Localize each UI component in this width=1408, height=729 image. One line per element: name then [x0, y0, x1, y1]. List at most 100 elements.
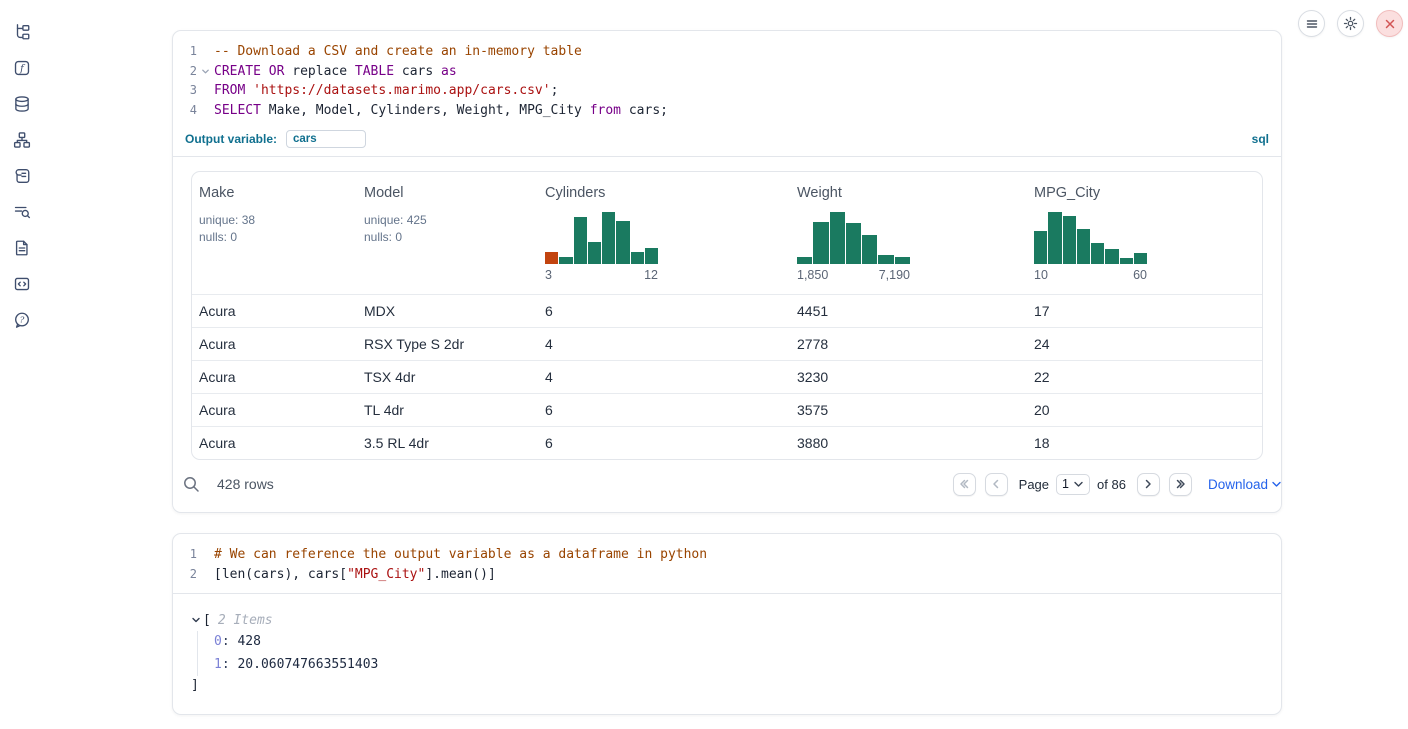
code-line[interactable]: 4SELECT Make, Model, Cylinders, Weight, … — [173, 101, 1269, 121]
column-header-model[interactable]: Modelunique: 425nulls: 0 — [357, 185, 538, 288]
shutdown-button[interactable] — [1376, 10, 1403, 37]
histogram-cylinders[interactable]: 312 — [545, 212, 658, 282]
column-header-mpg_city[interactable]: MPG_City1060 — [1027, 185, 1262, 288]
histogram-bar[interactable] — [797, 257, 812, 264]
collapse-chevron-icon[interactable] — [191, 615, 201, 625]
table-cell: MDX — [357, 303, 538, 319]
column-stat: nulls: 0 — [364, 229, 530, 246]
histogram-bar[interactable] — [846, 223, 861, 264]
documentation-icon[interactable] — [13, 239, 31, 257]
histogram-weight[interactable]: 1,8507,190 — [797, 212, 910, 282]
page-label: Page — [1019, 477, 1049, 492]
histogram-bar[interactable] — [830, 212, 845, 264]
logs-search-icon[interactable] — [13, 203, 31, 221]
table-row[interactable]: Acura3.5 RL 4dr6388018 — [192, 426, 1262, 459]
next-page-button[interactable] — [1137, 473, 1160, 496]
code-line[interactable]: 2[len(cars), cars["MPG_City"].mean()] — [173, 565, 1269, 585]
histogram-bar[interactable] — [574, 217, 587, 264]
download-label: Download — [1208, 477, 1268, 492]
histogram-bar[interactable] — [1134, 253, 1147, 264]
table-cell: 22 — [1027, 369, 1262, 385]
histogram-bar[interactable] — [1120, 258, 1133, 264]
file-tree-icon[interactable] — [13, 23, 31, 41]
table-row[interactable]: AcuraRSX Type S 2dr4277824 — [192, 327, 1262, 360]
last-page-button[interactable] — [1169, 473, 1192, 496]
histogram-bar[interactable] — [602, 212, 615, 264]
table-row[interactable]: AcuraTL 4dr6357520 — [192, 393, 1262, 426]
download-button[interactable]: Download — [1208, 477, 1281, 492]
fold-chevron-icon[interactable] — [197, 62, 214, 82]
column-header-weight[interactable]: Weight1,8507,190 — [790, 185, 1027, 288]
column-stat: unique: 38 — [199, 212, 349, 229]
prev-page-button[interactable] — [985, 473, 1008, 496]
table-cell: 18 — [1027, 435, 1262, 451]
table-row[interactable]: AcuraTSX 4dr4323022 — [192, 360, 1262, 393]
menu-button[interactable] — [1298, 10, 1325, 37]
table-cell: 3575 — [790, 402, 1027, 418]
gear-icon — [1343, 16, 1358, 31]
axis-label: 3 — [545, 268, 552, 282]
page-select-value: 1 — [1062, 477, 1069, 491]
python-output-area: [ 2 Items 0: 4281: 20.060747663551403 ] — [173, 594, 1281, 714]
code-line[interactable]: 2CREATE OR replace TABLE cars as — [173, 62, 1269, 82]
tree-item[interactable]: 1: 20.060747663551403 — [214, 654, 1263, 677]
histogram-bar[interactable] — [1034, 231, 1047, 264]
item-index: 1 — [214, 657, 222, 672]
settings-button[interactable] — [1337, 10, 1364, 37]
marimo-notebook: f ? — [0, 0, 1408, 729]
table-cell: Acura — [192, 336, 357, 352]
column-header-make[interactable]: Makeunique: 38nulls: 0 — [192, 185, 357, 288]
histogram-bar[interactable] — [545, 252, 558, 264]
tree-item[interactable]: 0: 428 — [214, 631, 1263, 654]
histogram-bar[interactable] — [631, 252, 644, 264]
python-code-editor[interactable]: 1# We can reference the output variable … — [173, 534, 1281, 594]
histogram-bar[interactable] — [645, 248, 658, 264]
code-line[interactable]: 1-- Download a CSV and create an in-memo… — [173, 42, 1269, 62]
axis-label: 1,850 — [797, 268, 828, 282]
histogram-mpg_city[interactable]: 10 60 — [1034, 212, 1147, 282]
histogram-bar[interactable] — [1105, 249, 1118, 264]
histogram-bar[interactable] — [588, 242, 601, 264]
code-line[interactable]: 1# We can reference the output variable … — [173, 545, 1269, 565]
database-icon[interactable] — [13, 95, 31, 113]
histogram-bar[interactable] — [1091, 243, 1104, 264]
table-cell: 4 — [538, 336, 790, 352]
table-row[interactable]: AcuraMDX6445117 — [192, 294, 1262, 327]
dependency-graph-icon[interactable] — [13, 131, 31, 149]
output-variable-label: Output variable: — [185, 132, 277, 146]
snippets-icon[interactable] — [13, 275, 31, 293]
help-icon[interactable]: ? — [13, 311, 31, 329]
table-cell: 2778 — [790, 336, 1027, 352]
axis-label: 60 — [1133, 268, 1147, 282]
code-text: -- Download a CSV and create an in-memor… — [214, 42, 582, 62]
close-icon — [1384, 18, 1396, 30]
table-cell: 6 — [538, 402, 790, 418]
tree-header[interactable]: [ 2 Items — [191, 609, 1263, 631]
histogram-bar[interactable] — [559, 257, 572, 264]
chevron-down-icon — [1272, 481, 1281, 488]
histogram-bar[interactable] — [616, 221, 629, 264]
item-value: 20.060747663551403 — [237, 657, 378, 672]
histogram-bars — [1034, 212, 1147, 264]
output-variable-input[interactable] — [286, 130, 366, 148]
row-count: 428 rows — [217, 476, 274, 492]
histogram-bar[interactable] — [813, 222, 828, 264]
first-page-button[interactable] — [953, 473, 976, 496]
histogram-bar[interactable] — [895, 257, 910, 264]
page-select[interactable]: 1 — [1056, 474, 1090, 495]
column-header-cylinders[interactable]: Cylinders312 — [538, 185, 790, 288]
histogram-bar[interactable] — [862, 235, 877, 264]
line-number: 1 — [173, 545, 197, 565]
histogram-bar[interactable] — [878, 255, 893, 264]
functions-icon[interactable]: f — [13, 59, 31, 77]
axis-label: 10 — [1034, 268, 1048, 282]
histogram-bar[interactable] — [1048, 212, 1061, 264]
item-colon: : — [222, 657, 238, 672]
histogram-bar[interactable] — [1063, 216, 1076, 264]
scratchpad-icon[interactable] — [13, 167, 31, 185]
sql-code-editor[interactable]: 1-- Download a CSV and create an in-memo… — [173, 31, 1281, 129]
histogram-bar[interactable] — [1077, 229, 1090, 264]
search-icon[interactable] — [182, 475, 200, 493]
code-line[interactable]: 3FROM 'https://datasets.marimo.app/cars.… — [173, 81, 1269, 101]
pagination: Page 1 of 86 Download — [953, 473, 1281, 496]
